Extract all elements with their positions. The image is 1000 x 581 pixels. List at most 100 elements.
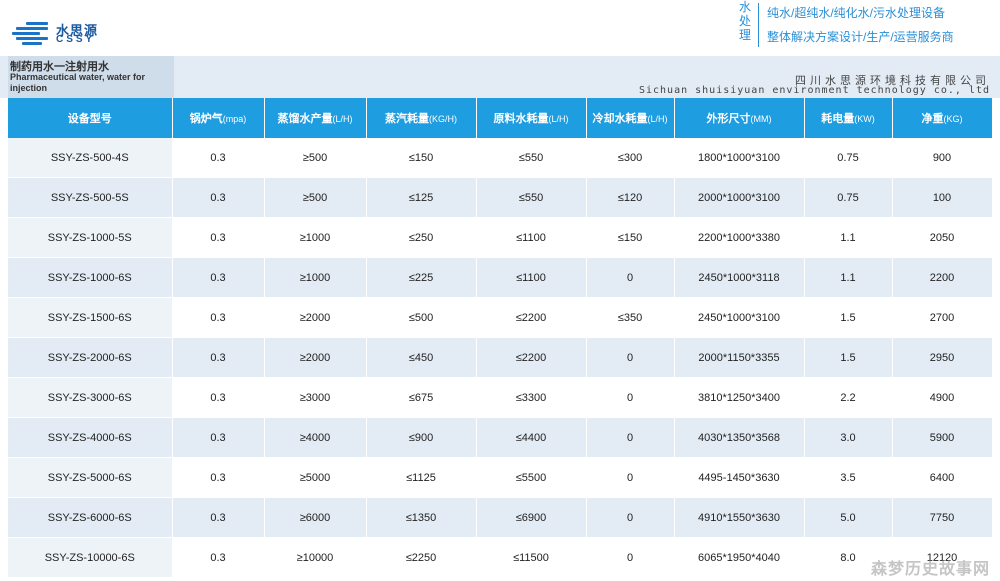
- table-cell: 6065*1950*4040: [674, 537, 805, 578]
- table-cell: 4495-1450*3630: [674, 457, 805, 498]
- table-cell: ≤150: [366, 138, 477, 178]
- watermark: 森梦历史故事网: [870, 561, 990, 578]
- header-steam-consumption: 蒸汽耗量(KG/H): [366, 98, 477, 138]
- brand-line-products: 纯水/超纯水/纯化水/污水处理设备: [767, 6, 946, 20]
- brand-slogan: 水 处 理 纯水/超纯水/纯化水/污水处理设备 整体解决方案设计/生产/运营服务…: [737, 0, 977, 52]
- header-dimensions: 外形尺寸(MM): [674, 98, 805, 138]
- table-row: SSY-ZS-1000-6S 0.3 ≥1000 ≤225 ≤1100 0 2450*100…: [8, 257, 993, 298]
- table-cell: SSY-ZS-5000-6S: [8, 457, 173, 498]
- table-cell: ≤1350: [366, 497, 477, 538]
- table-cell: 900: [892, 138, 993, 178]
- table-cell: ≤225: [366, 257, 477, 298]
- table-cell: 2950: [892, 337, 993, 378]
- table-row: SSY-ZS-2000-6S 0.3 ≥2000 ≤450 ≤2200 0 2000*115…: [8, 337, 993, 378]
- table-cell: 0.3: [172, 457, 265, 498]
- table-cell: ≤125: [366, 177, 477, 218]
- table-cell: ≤2200: [476, 297, 587, 338]
- table-cell: ≤550: [476, 177, 587, 218]
- table-cell: 6400: [892, 457, 993, 498]
- table-row: SSY-ZS-500-5S 0.3 ≥500 ≤125 ≤550 ≤120 2000*100…: [8, 177, 993, 218]
- spec-table: 设备型号 锅炉气(mpa) 蒸馏水产量(L/H) 蒸汽耗量(KG/H) 原料水耗…: [8, 98, 993, 578]
- table-cell: 3.0: [804, 417, 893, 458]
- table-row: SSY-ZS-10000-6S 0.3 ≥10000 ≤2250 ≤11500 0 6065…: [8, 537, 993, 578]
- table-cell: ≤550: [476, 138, 587, 178]
- table-cell: SSY-ZS-2000-6S: [8, 337, 173, 378]
- table-cell: ≤6900: [476, 497, 587, 538]
- table-cell: 1.5: [804, 337, 893, 378]
- table-cell: 0.75: [804, 177, 893, 218]
- table-cell: 1800*1000*3100: [674, 138, 805, 178]
- table-cell: 0.3: [172, 177, 265, 218]
- table-cell: ≥5000: [264, 457, 367, 498]
- table-cell: ≤150: [586, 217, 675, 258]
- table-row: SSY-ZS-6000-6S 0.3 ≥6000 ≤1350 ≤6900 0 4910*15…: [8, 497, 993, 538]
- table-cell: 0.3: [172, 337, 265, 378]
- table-cell: ≥1000: [264, 257, 367, 298]
- table-cell: 3.5: [804, 457, 893, 498]
- table-cell: ≤350: [586, 297, 675, 338]
- table-cell: SSY-ZS-500-4S: [8, 138, 173, 178]
- table-cell: 0.3: [172, 417, 265, 458]
- table-cell: ≤900: [366, 417, 477, 458]
- page-header: 水思源 CSSY 水 处 理 纯水/超纯水/纯化水/污水处理设备 整体解决方案设…: [0, 0, 1000, 56]
- table-cell: 4910*1550*3630: [674, 497, 805, 538]
- logo-mark-icon: [12, 22, 52, 46]
- header-boiler-steam: 锅炉气(mpa): [172, 98, 265, 138]
- table-cell: 0: [586, 497, 675, 538]
- header-raw-water: 原料水耗量(L/H): [476, 98, 587, 138]
- table-cell: ≤250: [366, 217, 477, 258]
- table-cell: ≤2250: [366, 537, 477, 578]
- table-cell: ≥4000: [264, 417, 367, 458]
- header-distilled-output: 蒸馏水产量(L/H): [264, 98, 367, 138]
- logo-text-en: CSSY: [56, 34, 96, 45]
- table-body: SSY-ZS-500-4S 0.3 ≥500 ≤150 ≤550 ≤300 1800*100…: [8, 138, 993, 578]
- table-cell: ≥500: [264, 138, 367, 178]
- table-cell: ≥1000: [264, 217, 367, 258]
- table-cell: 0.75: [804, 138, 893, 178]
- table-cell: SSY-ZS-1000-6S: [8, 257, 173, 298]
- table-cell: 0: [586, 537, 675, 578]
- table-cell: ≤120: [586, 177, 675, 218]
- table-cell: 0: [586, 257, 675, 298]
- table-cell: 100: [892, 177, 993, 218]
- table-cell: 1.5: [804, 297, 893, 338]
- table-cell: ≥6000: [264, 497, 367, 538]
- table-cell: SSY-ZS-1500-6S: [8, 297, 173, 338]
- table-cell: 0.3: [172, 497, 265, 538]
- table-row: SSY-ZS-4000-6S 0.3 ≥4000 ≤900 ≤4400 0 4030*135…: [8, 417, 993, 458]
- table-cell: 0: [586, 337, 675, 378]
- table-row: SSY-ZS-500-4S 0.3 ≥500 ≤150 ≤550 ≤300 1800*100…: [8, 138, 993, 178]
- table-cell: ≤3300: [476, 377, 587, 418]
- table-row: SSY-ZS-5000-6S 0.3 ≥5000 ≤1125 ≤5500 0 4495-14…: [8, 457, 993, 498]
- header-power: 耗电量(KW): [804, 98, 893, 138]
- table-cell: 2200: [892, 257, 993, 298]
- brand-divider: [758, 3, 759, 47]
- table-cell: SSY-ZS-10000-6S: [8, 537, 173, 578]
- table-cell: 0.3: [172, 138, 265, 178]
- table-cell: 0.3: [172, 297, 265, 338]
- table-cell: 4030*1350*3568: [674, 417, 805, 458]
- section-title-en: Pharmaceutical water, water for injectio…: [10, 72, 146, 93]
- table-cell: ≤11500: [476, 537, 587, 578]
- table-cell: 0: [586, 417, 675, 458]
- table-cell: ≤5500: [476, 457, 587, 498]
- table-cell: ≤450: [366, 337, 477, 378]
- table-cell: 1.1: [804, 217, 893, 258]
- table-cell: ≥3000: [264, 377, 367, 418]
- brand-vertical-text: 水 处 理: [738, 0, 751, 42]
- table-cell: SSY-ZS-4000-6S: [8, 417, 173, 458]
- table-cell: ≥500: [264, 177, 367, 218]
- table-cell: 2200*1000*3380: [674, 217, 805, 258]
- table-cell: 7750: [892, 497, 993, 538]
- table-cell: 0: [586, 457, 675, 498]
- company-logo: 水思源 CSSY: [12, 20, 102, 46]
- table-cell: 2000*1000*3100: [674, 177, 805, 218]
- table-cell: 2050: [892, 217, 993, 258]
- table-cell: SSY-ZS-6000-6S: [8, 497, 173, 538]
- table-cell: 5900: [892, 417, 993, 458]
- table-cell: 2700: [892, 297, 993, 338]
- table-cell: ≥2000: [264, 297, 367, 338]
- table-cell: 2450*1000*3118: [674, 257, 805, 298]
- table-cell: 0.3: [172, 377, 265, 418]
- table-cell: ≤1100: [476, 217, 587, 258]
